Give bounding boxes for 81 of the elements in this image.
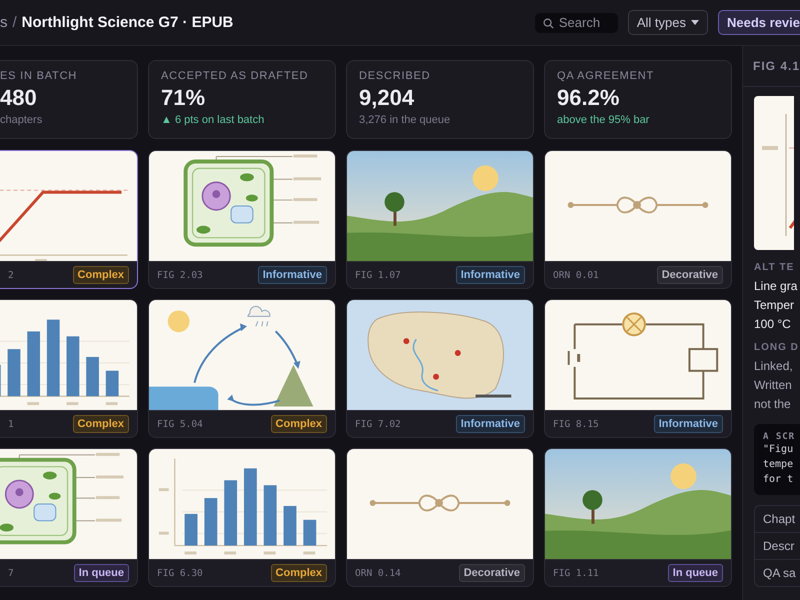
figure-card[interactable]: 1 Complex (0, 299, 138, 438)
stat-note: chapters (0, 114, 44, 126)
figure-card[interactable]: FIG 1.11 In queue (544, 448, 732, 587)
status-badge: Complex (72, 266, 129, 284)
figure-id: FIG 1.07 (355, 270, 401, 280)
chart-bar (86, 356, 99, 396)
description-line: Linked, (754, 358, 794, 375)
figure-id: FIG 2.03 (157, 270, 203, 280)
breadcrumb-current: Northlight Science G7 · EPUB (22, 14, 234, 31)
code-line: for t (763, 473, 794, 487)
status-badge: In queue (74, 564, 129, 582)
stat-note: ▲ 6 pts on last batch (161, 114, 266, 126)
status-badge: Informative (456, 266, 525, 284)
status-badge: Informative (456, 415, 525, 433)
stat-value: 96.2% (557, 85, 620, 111)
figure-card[interactable]: FIG 5.04 Complex (148, 299, 336, 438)
description-line: not the (754, 396, 792, 413)
stat-label: ES IN BATCH (0, 70, 78, 82)
status-badge: Complex (72, 415, 129, 433)
code-line: "Figu (763, 443, 794, 457)
chart-bar (264, 485, 277, 546)
status-badge: Decorative (458, 564, 525, 582)
alt-text-line: 100 °C (754, 316, 792, 333)
chart-bar (204, 498, 218, 546)
figure-id: FIG 6.30 (157, 568, 203, 578)
alt-text-line: Line gra (754, 278, 798, 295)
chart-bar (106, 370, 119, 396)
stat-value: 480 (0, 85, 38, 111)
chart-bar (8, 349, 20, 396)
code-heading: A SCR (763, 432, 796, 442)
section-heading: LONG D (754, 342, 800, 353)
type-dropdown[interactable]: All types (628, 10, 708, 35)
chart-bar (27, 331, 40, 396)
stat-value: 71% (161, 85, 206, 111)
chart-bar (284, 506, 296, 546)
caret-icon (691, 20, 699, 25)
figure-card[interactable]: ORN 0.01 Decorative (544, 150, 732, 289)
figure-id: ORN 0.01 (553, 270, 599, 280)
table-row-label: Descr (755, 532, 800, 559)
figure-card[interactable]: 7 In queue (0, 448, 138, 587)
status-badge: Complex (270, 415, 327, 433)
alt-text-line: Temper (754, 297, 796, 314)
figure-id: FIG 7.02 (355, 418, 401, 430)
search-field[interactable]: Search (534, 12, 618, 32)
figure-id: 2 (8, 270, 14, 280)
figure-card[interactable]: 2 Complex (0, 150, 138, 289)
stat-note: 3,276 in the queue (359, 114, 452, 126)
chart-bar (66, 336, 80, 396)
stat-label: QA AGREEMENT (557, 70, 656, 82)
panel-title: FIG 4.1 (743, 46, 800, 87)
figure-card[interactable]: FIG 8.15 Informative (544, 299, 732, 438)
status-badge: Informative (258, 266, 327, 284)
needs-review-button[interactable]: Needs revie (718, 10, 800, 35)
table-row-label: QA sa (755, 559, 800, 586)
status-badge: Decorative (656, 266, 723, 284)
figure-card[interactable]: FIG 1.07 Informative (346, 150, 534, 289)
figure-id: FIG 8.15 (553, 418, 599, 430)
status-badge: In queue (668, 564, 723, 582)
figure-card[interactable]: FIG 2.03 Informative (148, 150, 336, 289)
description-line: Written (754, 377, 793, 394)
figure-id: 1 (8, 418, 14, 430)
stat-note: above the 95% bar (557, 114, 650, 126)
stat-value: 9,204 (359, 85, 416, 111)
breadcrumb-link[interactable]: s (0, 14, 8, 31)
chart-bar (184, 514, 198, 546)
breadcrumb-separator: / (12, 14, 17, 31)
figure-card[interactable]: ORN 0.14 Decorative (346, 448, 534, 587)
stat-label: DESCRIBED (359, 70, 432, 82)
chart-bar (224, 480, 238, 546)
status-badge: Informative (654, 415, 723, 433)
status-badge: Complex (270, 564, 327, 582)
stat-label: ACCEPTED AS DRAFTED (161, 70, 310, 82)
table-row-label: Chapt (762, 511, 796, 528)
figure-id: 7 (8, 568, 14, 578)
figure-card[interactable]: FIG 7.02 Informative (346, 299, 534, 438)
figure-id: ORN 0.14 (355, 568, 401, 578)
code-line: tempe (763, 458, 794, 472)
figure-card[interactable]: FIG 6.30 Complex (148, 448, 336, 587)
figure-id: FIG 5.04 (157, 418, 203, 430)
figure-id: FIG 1.11 (553, 568, 599, 578)
section-heading: ALT TE (754, 262, 796, 273)
